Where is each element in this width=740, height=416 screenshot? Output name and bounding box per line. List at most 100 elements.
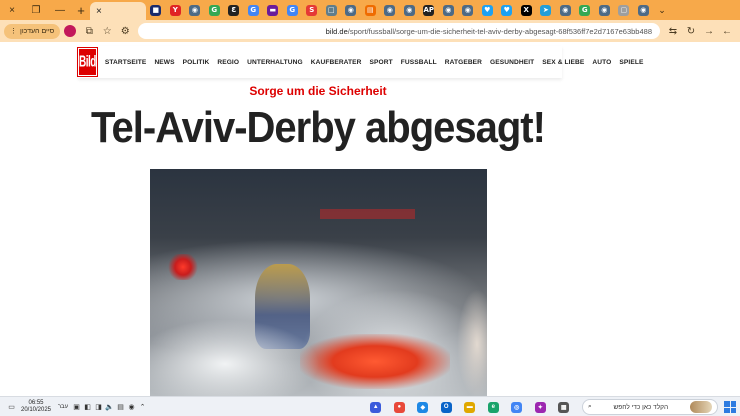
taskbar-app-8-icon: ✦: [534, 401, 546, 413]
taskbar-app-5[interactable]: ▬: [458, 397, 482, 416]
taskbar-app-2-icon: ●: [393, 401, 405, 413]
browser-tab[interactable]: ◉: [556, 0, 576, 20]
browser-tab[interactable]: Y: [166, 0, 186, 20]
tab-favicon-5-icon: ▬: [267, 4, 279, 16]
browser-tab[interactable]: ◉: [595, 0, 615, 20]
network-icon[interactable]: ▤: [115, 397, 126, 416]
browser-tab[interactable]: ◉: [400, 0, 420, 20]
extensions-icon[interactable]: ⧉: [80, 22, 98, 40]
browser-tab[interactable]: ♥: [497, 0, 517, 20]
tab-favicon-14-icon: ◉: [442, 4, 454, 16]
taskbar-app-2[interactable]: ●: [388, 397, 412, 416]
notifications-icon[interactable]: ▭: [6, 397, 17, 416]
taskbar-search[interactable]: ⌕ הקלד כאן כדי לחפש: [582, 399, 718, 415]
browser-tab[interactable]: G: [244, 0, 264, 20]
taskbar-app-5-icon: ▬: [464, 401, 476, 413]
taskbar-app-chrome[interactable]: ◎: [505, 397, 529, 416]
nav-item-spiele[interactable]: SPIELE: [619, 59, 643, 66]
tray-app-icon[interactable]: ▣: [71, 397, 82, 416]
browser-tab[interactable]: ◉: [380, 0, 400, 20]
profile-avatar[interactable]: [64, 25, 77, 37]
browser-tab[interactable]: ▤: [361, 0, 381, 20]
browser-tab[interactable]: X: [517, 0, 537, 20]
taskbar-app-3-icon: ◆: [417, 401, 429, 413]
taskbar-app-1[interactable]: ▲: [364, 397, 388, 416]
start-button[interactable]: [724, 401, 736, 413]
browser-tab[interactable]: ◉: [185, 0, 205, 20]
browser-tab[interactable]: ➤: [536, 0, 556, 20]
system-tray: ▭ 06:55 20/10/2025 עבר ▣ ◧ ◨ 🔈 ▤ ◉ ⌃: [0, 397, 148, 416]
tab-favicon-20-icon: ◉: [559, 4, 571, 16]
browser-tab[interactable]: Ɛ: [224, 0, 244, 20]
bookmark-star-icon[interactable]: ☆: [98, 22, 116, 40]
taskbar-app-3[interactable]: ◆: [411, 397, 435, 416]
tab-favicon-23-icon: ▢: [618, 4, 630, 16]
search-highlight-image: [690, 401, 712, 413]
taskbar-clock[interactable]: 06:55 20/10/2025: [17, 400, 55, 414]
browser-tab[interactable]: G: [283, 0, 303, 20]
nav-item-sport[interactable]: SPORT: [370, 59, 393, 66]
browser-tab[interactable]: □: [322, 0, 342, 20]
active-tab[interactable]: ×: [90, 2, 146, 20]
nav-item-gesundheit[interactable]: GESUNDHEIT: [490, 59, 534, 66]
reload-icon[interactable]: ↻: [682, 22, 700, 40]
nav-item-kaufberater[interactable]: KAUFBERATER: [311, 59, 362, 66]
browser-tab[interactable]: ▬: [263, 0, 283, 20]
browser-tab[interactable]: ◉: [439, 0, 459, 20]
browser-tab[interactable]: ◉: [341, 0, 361, 20]
browser-tab[interactable]: G: [205, 0, 225, 20]
taskbar-app-9[interactable]: ▦: [552, 397, 576, 416]
browser-tab[interactable]: ▢: [614, 0, 634, 20]
browser-tab[interactable]: S: [302, 0, 322, 20]
tray-app-icon[interactable]: ◉: [126, 397, 137, 416]
nav-item-auto[interactable]: AUTO: [592, 59, 611, 66]
browser-tab[interactable]: ◉: [458, 0, 478, 20]
browser-tab[interactable]: ■: [146, 0, 166, 20]
search-placeholder: הקלד כאן כדי לחפש: [613, 403, 669, 411]
site-navigation: Bild STARTSEITE NEWS POLITIK REGIO UNTERHALT…: [77, 46, 643, 78]
show-hidden-icons-icon[interactable]: ⌃: [137, 397, 148, 416]
tab-favicon-7-icon: S: [306, 4, 318, 16]
browser-tab[interactable]: G: [575, 0, 595, 20]
update-button[interactable]: ⋮ סיים העדכון: [4, 23, 61, 39]
bild-logo[interactable]: Bild: [77, 47, 98, 77]
taskbar-app-outlook[interactable]: O: [435, 397, 459, 416]
volume-muted-icon[interactable]: 🔈: [104, 397, 115, 416]
minimize-window-icon[interactable]: —: [48, 0, 72, 20]
site-settings-icon[interactable]: ⚙: [116, 22, 134, 40]
nav-item-unterhaltung[interactable]: UNTERHALTUNG: [247, 59, 303, 66]
nav-item-startseite[interactable]: STARTSEITE: [105, 59, 147, 66]
nav-item-fussball[interactable]: FUSSBALL: [401, 59, 437, 66]
tab-search-icon[interactable]: ⌄: [653, 5, 671, 16]
tab-favicon-24-icon: ◉: [637, 4, 649, 16]
tray-app-icon[interactable]: ◧: [82, 397, 93, 416]
close-window-icon[interactable]: ×: [0, 0, 24, 20]
nav-item-politik[interactable]: POLITIK: [183, 59, 210, 66]
nav-item-regio[interactable]: REGIO: [217, 59, 239, 66]
browser-tab[interactable]: AP: [419, 0, 439, 20]
site-info-icon[interactable]: ⇆: [664, 22, 682, 40]
close-tab-icon[interactable]: ×: [96, 6, 102, 17]
new-tab-button[interactable]: +: [72, 3, 90, 18]
forward-icon[interactable]: →: [700, 22, 718, 40]
browser-tab[interactable]: ♥: [478, 0, 498, 20]
taskbar-app-8[interactable]: ✦: [529, 397, 553, 416]
tab-favicon-19-icon: ➤: [540, 4, 552, 16]
article-video[interactable]: [150, 169, 487, 396]
browser-tab[interactable]: ◉: [634, 0, 654, 20]
language-indicator[interactable]: עבר: [55, 397, 71, 416]
windows-taskbar: ▭ 06:55 20/10/2025 עבר ▣ ◧ ◨ 🔈 ▤ ◉ ⌃ ▲ ● ◆…: [0, 396, 740, 416]
restore-window-icon[interactable]: ❐: [24, 0, 48, 20]
nav-item-news[interactable]: NEWS: [154, 59, 174, 66]
video-flare-shape: [168, 254, 198, 280]
nav-item-ratgeber[interactable]: RATGEBER: [445, 59, 482, 66]
taskbar-app-edge[interactable]: e: [482, 397, 506, 416]
tab-favicon-sofascore-icon: ■: [150, 4, 162, 16]
nav-item-sex-liebe[interactable]: SEX & LIEBE: [542, 59, 584, 66]
tray-app-icon[interactable]: ◨: [93, 397, 104, 416]
address-bar[interactable]: bild.de/sport/fussball/sorge-um-die-sich…: [138, 23, 660, 39]
back-icon[interactable]: ←: [718, 22, 736, 40]
article-headline: Tel-Aviv-Derby abgesagt!: [91, 104, 546, 152]
tab-favicon-12-icon: ◉: [403, 4, 415, 16]
video-flare-shape: [300, 334, 450, 389]
